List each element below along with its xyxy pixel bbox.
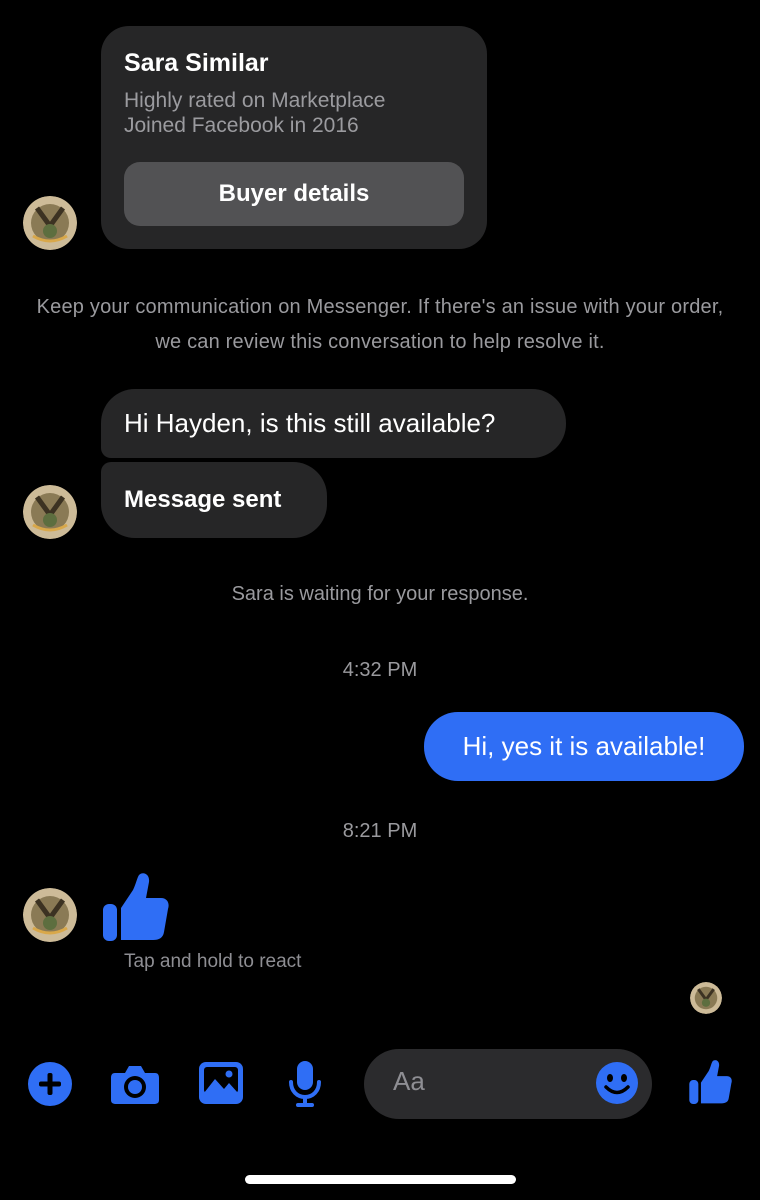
home-indicator[interactable] <box>245 1175 516 1184</box>
avatar[interactable] <box>23 485 77 539</box>
microphone-icon[interactable] <box>288 1060 322 1108</box>
message-input[interactable]: Aa <box>393 1066 425 1097</box>
waiting-status: Sara is waiting for your response. <box>231 583 529 605</box>
emoji-icon[interactable] <box>595 1061 639 1105</box>
image-icon[interactable] <box>198 1061 244 1105</box>
messenger-notice: Keep your communication on Messenger. If… <box>36 296 724 353</box>
avatar[interactable] <box>23 196 77 250</box>
reaction-hint: Tap and hold to react <box>124 951 302 972</box>
camera-icon[interactable] <box>110 1063 160 1105</box>
buyer-rating: Highly rated on Marketplace <box>124 89 386 112</box>
buyer-joined: Joined Facebook in 2016 <box>124 114 359 137</box>
timestamp: 4:32 PM <box>342 659 418 681</box>
thumbs-up-icon[interactable] <box>688 1059 732 1105</box>
thumbs-up-icon[interactable] <box>101 872 169 942</box>
plus-icon[interactable] <box>27 1061 73 1107</box>
seen-avatar <box>690 982 722 1014</box>
incoming-message[interactable]: Hi Hayden, is this still available? <box>101 389 566 458</box>
buyer-details-button[interactable]: Buyer details <box>124 162 464 226</box>
outgoing-message[interactable]: Hi, yes it is available! <box>424 712 744 781</box>
avatar[interactable] <box>23 888 77 942</box>
incoming-message-sent-label[interactable]: Message sent <box>101 462 327 538</box>
buyer-name: Sara Similar <box>124 49 269 77</box>
timestamp: 8:21 PM <box>342 820 418 842</box>
